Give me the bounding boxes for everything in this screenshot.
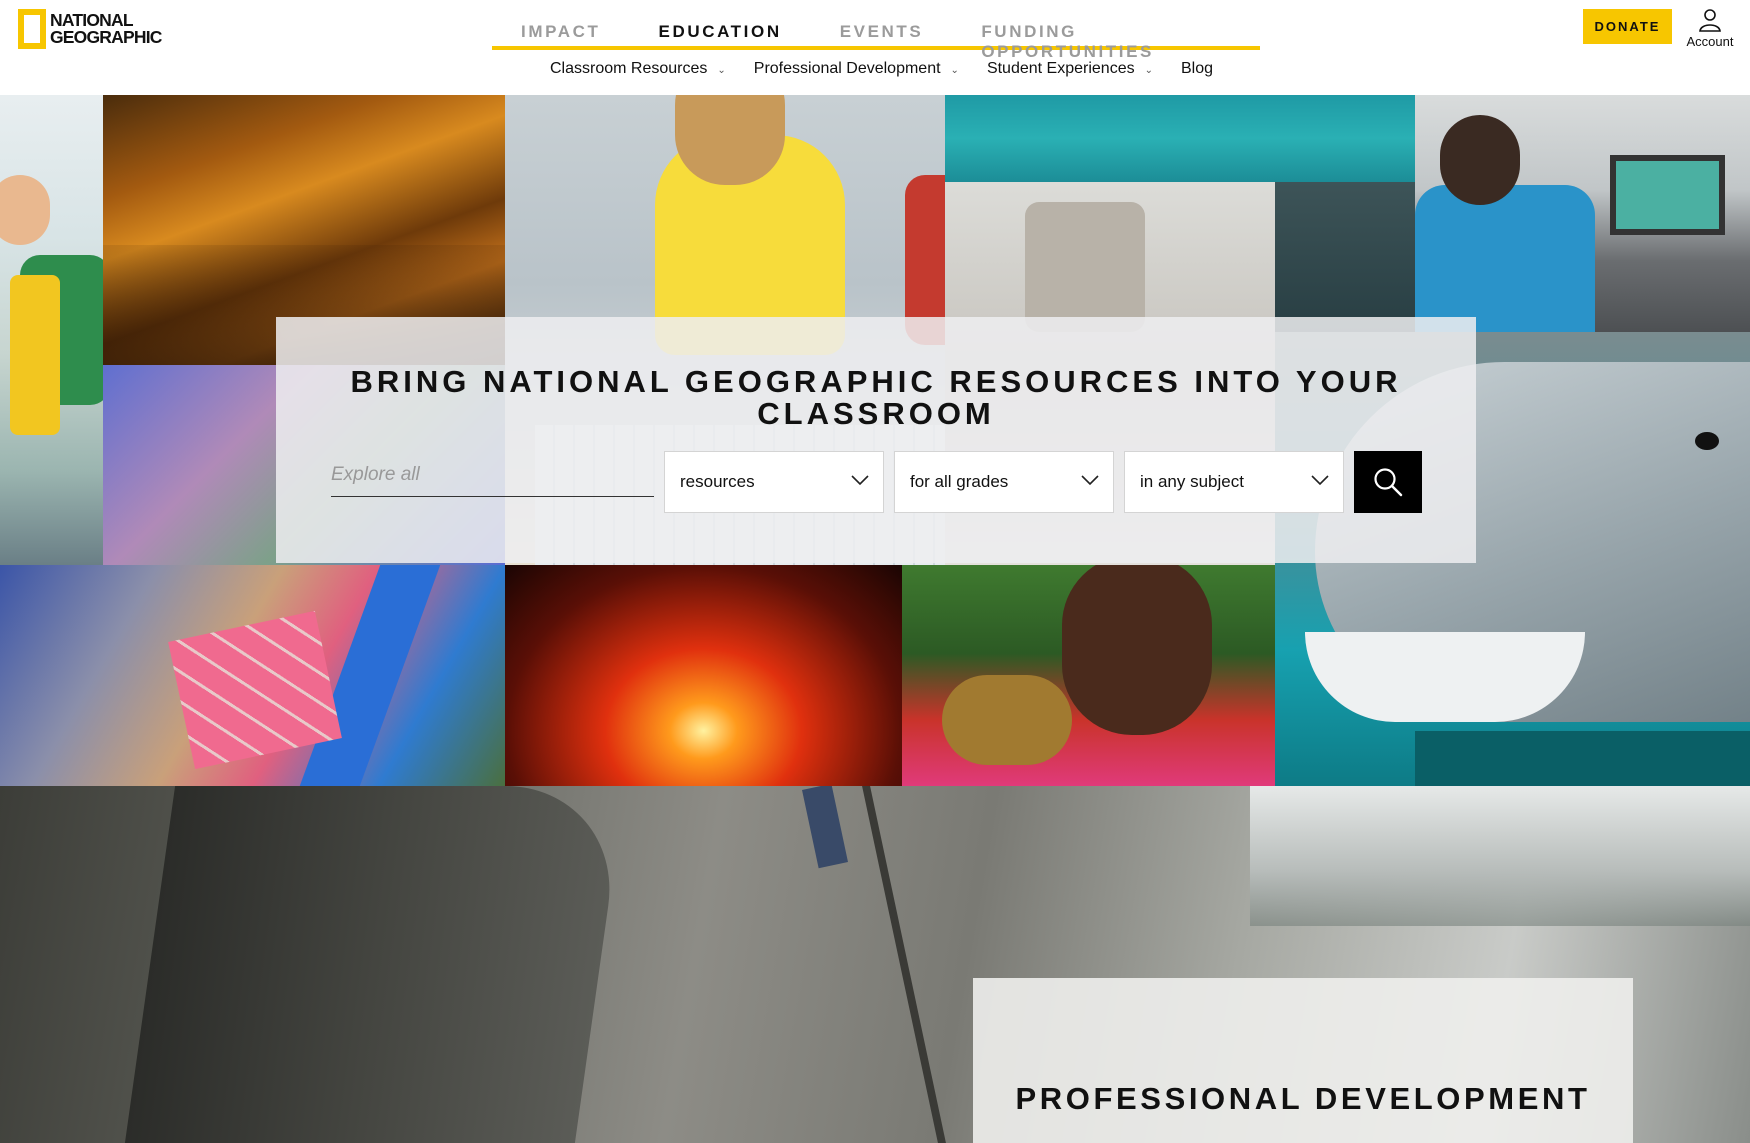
search-heading: BRING NATIONAL GEOGRAPHIC RESOURCES INTO…: [350, 364, 1402, 431]
nav-funding-opportunities[interactable]: FUNDING OPPORTUNITIES: [952, 20, 1260, 61]
grade-value: for all grades: [910, 472, 1009, 491]
subnav-classroom-resources[interactable]: Classroom Resources ⌄: [550, 60, 726, 78]
photo-girl-turtle: [902, 565, 1275, 786]
chevron-down-icon: ⌄: [717, 64, 726, 76]
user-icon: [1699, 9, 1721, 32]
subnav-student-experiences[interactable]: Student Experiences ⌄: [987, 60, 1153, 78]
photo-water-strip: [1415, 731, 1750, 786]
yellow-frame-icon: [18, 9, 46, 49]
nav-events[interactable]: EVENTS: [811, 20, 953, 46]
professional-development-panel: PROFESSIONAL DEVELOPMENT: [973, 978, 1633, 1143]
resource-type-select[interactable]: resources: [664, 451, 884, 513]
chevron-down-icon: ⌄: [950, 64, 959, 76]
subject-value: in any subject: [1140, 472, 1244, 491]
photo-aerial-salt-ponds: [0, 565, 505, 786]
chevron-down-icon: [1081, 475, 1099, 486]
resource-search-panel: BRING NATIONAL GEOGRAPHIC RESOURCES INTO…: [276, 317, 1476, 563]
photo-volcano-lava: [505, 565, 902, 786]
grade-select[interactable]: for all grades: [894, 451, 1114, 513]
subject-select[interactable]: in any subject: [1124, 451, 1344, 513]
logo-line-2: GEOGRAPHIC: [50, 27, 162, 47]
chevron-down-icon: [851, 475, 869, 486]
photo-ocean-surface: [945, 95, 1415, 182]
subnav-label: Classroom Resources: [550, 60, 708, 77]
sub-nav: Classroom Resources ⌄ Professional Devel…: [550, 60, 1241, 78]
site-header: NATIONAL GEOGRAPHIC IMPACT EDUCATION EVE…: [0, 0, 1750, 95]
account-button[interactable]: Account: [1684, 8, 1736, 49]
subnav-label: Student Experiences: [986, 60, 1135, 77]
search-icon: [1374, 468, 1403, 497]
nav-education[interactable]: EDUCATION: [630, 20, 811, 46]
chevron-down-icon: [1311, 475, 1329, 486]
subnav-blog[interactable]: Blog: [1181, 60, 1213, 78]
account-label: Account: [1686, 34, 1734, 49]
nav-impact[interactable]: IMPACT: [492, 20, 630, 46]
explore-search-input[interactable]: [331, 453, 654, 497]
subnav-label: Professional Development: [753, 60, 941, 77]
search-button[interactable]: [1354, 451, 1422, 513]
donate-button[interactable]: DONATE: [1583, 9, 1672, 44]
logo-wordmark: NATIONAL GEOGRAPHIC: [50, 11, 162, 47]
primary-nav: IMPACT EDUCATION EVENTS FUNDING OPPORTUN…: [492, 20, 1260, 61]
subnav-label: Blog: [1180, 60, 1214, 77]
national-geographic-logo[interactable]: NATIONAL GEOGRAPHIC: [18, 9, 162, 49]
photo-student-laptop: [1415, 95, 1750, 332]
photo-student-microscope: [0, 95, 103, 565]
resource-type-value: resources: [680, 472, 755, 491]
subnav-professional-development[interactable]: Professional Development ⌄: [754, 60, 959, 78]
chevron-down-icon: ⌄: [1144, 64, 1153, 76]
professional-development-heading: PROFESSIONAL DEVELOPMENT: [1015, 1081, 1591, 1116]
